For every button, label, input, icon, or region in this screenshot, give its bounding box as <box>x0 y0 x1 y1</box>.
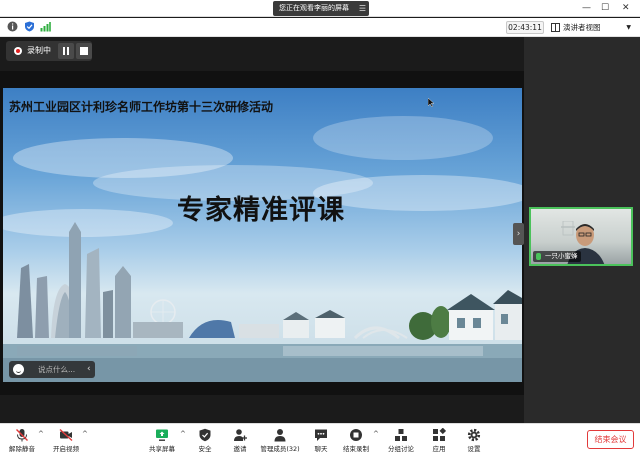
participant-name: 一只小蜜蜂 <box>545 252 578 260</box>
invite-icon <box>234 429 247 441</box>
settings-button[interactable]: 设置 <box>454 427 494 454</box>
meeting-stage: 录制中 苏州工业园区计利珍名师工作坊第十三次研修活动 专家精准评课 说点什么..… <box>0 37 640 423</box>
stop-icon <box>80 47 88 55</box>
speaker-view-button[interactable]: 演讲者视图 ▼ <box>549 20 633 35</box>
apps-icon <box>433 428 446 441</box>
share-banner-text: 您正在观看李丽的屏幕 <box>279 4 349 12</box>
emoji-icon[interactable] <box>13 364 24 375</box>
stop-recording-toolbar-button[interactable]: 结束录制 <box>336 427 376 454</box>
meeting-window: 您正在观看李丽的屏幕 ☰ — ☐ ✕ 02:43:11 演讲者视图 ▼ 录制中 … <box>0 0 640 454</box>
mic-muted-icon <box>16 429 28 442</box>
grid-view-icon <box>551 23 560 32</box>
chat-icon <box>315 429 327 441</box>
end-meeting-button[interactable]: 结束会议 <box>587 430 634 449</box>
members-icon <box>274 429 286 442</box>
collapse-panel-button[interactable]: › <box>513 223 524 245</box>
presentation-slide: 苏州工业园区计利珍名师工作坊第十三次研修活动 专家精准评课 说点什么... ‹ <box>3 88 522 382</box>
recording-indicator: 录制中 <box>6 41 92 61</box>
speaker-view-label: 演讲者视图 <box>563 23 601 32</box>
record-stop-icon <box>350 429 362 441</box>
close-button[interactable]: ✕ <box>622 2 630 14</box>
record-dot-icon <box>14 47 22 55</box>
chat-placeholder: 说点什么... <box>38 365 76 374</box>
menu-icon[interactable]: ☰ <box>359 1 366 16</box>
start-video-button[interactable]: 开启视频 <box>46 427 86 454</box>
stop-recording-button[interactable] <box>76 43 92 59</box>
shield-icon <box>199 428 211 442</box>
breakout-icon <box>395 429 407 441</box>
recording-options-chevron-icon[interactable]: ^ <box>373 430 379 438</box>
audio-options-chevron-icon[interactable]: ^ <box>38 430 44 438</box>
manage-members-button[interactable]: 管理成员(32) <box>260 427 300 454</box>
share-screen-button[interactable]: 共享屏幕 <box>142 427 182 454</box>
share-banner[interactable]: 您正在观看李丽的屏幕 ☰ <box>273 1 369 16</box>
chevron-left-icon[interactable]: ‹ <box>87 361 91 378</box>
unmute-button[interactable]: 解除静音 <box>2 427 42 454</box>
mic-on-icon <box>536 253 541 260</box>
meeting-timer: 02:43:11 <box>506 21 544 34</box>
settings-icon <box>467 428 481 442</box>
signal-icon[interactable] <box>40 21 51 32</box>
chevron-down-icon: ▼ <box>626 24 631 31</box>
pause-icon <box>63 47 65 55</box>
video-off-icon <box>59 428 73 442</box>
maximize-button[interactable]: ☐ <box>601 2 609 14</box>
pause-recording-button[interactable] <box>58 43 74 59</box>
start-video-label: 开启视频 <box>53 445 79 453</box>
title-bar: 您正在观看李丽的屏幕 ☰ — ☐ ✕ <box>0 0 640 17</box>
participant-name-label: 一只小蜜蜂 <box>533 251 581 262</box>
chat-input[interactable]: 说点什么... ‹ <box>9 361 95 378</box>
city-skyline-image <box>3 222 522 382</box>
info-icon[interactable] <box>7 21 18 32</box>
meeting-toolbar: 解除静音 ^ 开启视频 ^ 共享屏幕 ^ 安全 邀请 管理成员(32) 聊天 结… <box>0 423 640 454</box>
share-screen-icon <box>156 429 168 441</box>
shield-icon[interactable] <box>24 21 35 32</box>
minimize-button[interactable]: — <box>582 2 591 14</box>
info-bar: 02:43:11 演讲者视图 ▼ <box>0 18 640 37</box>
recording-label: 录制中 <box>27 46 51 55</box>
mouse-cursor-icon <box>428 98 434 107</box>
settings-label: 设置 <box>467 445 481 453</box>
video-options-chevron-icon[interactable]: ^ <box>82 430 88 438</box>
participant-video-tile[interactable]: 一只小蜜蜂 <box>529 207 633 266</box>
shared-screen: 苏州工业园区计利珍名师工作坊第十三次研修活动 专家精准评课 说点什么... ‹ <box>0 71 524 395</box>
